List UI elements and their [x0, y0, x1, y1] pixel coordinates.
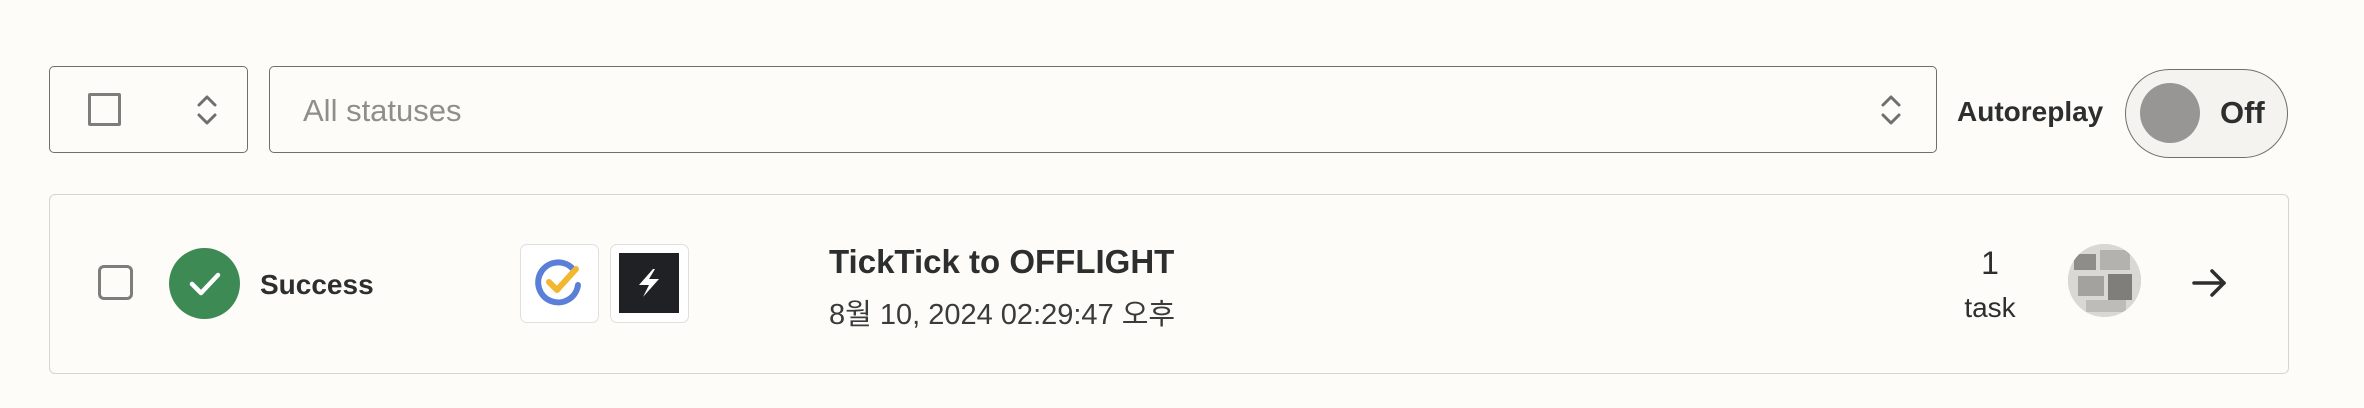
toggle-knob [2140, 83, 2200, 143]
autoreplay-toggle[interactable]: Off [2125, 69, 2288, 158]
run-timestamp: 8월 10, 2024 02:29:47 오후 [829, 299, 1176, 331]
status-filter-select[interactable]: All statuses [269, 66, 1937, 153]
select-all-checkbox[interactable] [88, 93, 121, 126]
chevron-up-down-icon [1881, 95, 1901, 125]
success-check-icon [169, 248, 240, 319]
arrow-right-icon[interactable] [2190, 263, 2230, 303]
row-checkbox[interactable] [98, 265, 133, 300]
avatar [2068, 244, 2141, 317]
zap-run-row[interactable]: Success TickTick to OFFLIGHT 8월 10, 2024… [49, 194, 2289, 374]
status-label: Success [260, 269, 374, 300]
autoreplay-label: Autoreplay [1957, 96, 2104, 127]
ticktick-icon [520, 244, 599, 323]
chevron-up-down-icon [197, 95, 217, 125]
task-count: 1 [1981, 245, 1999, 281]
toggle-state-label: Off [2220, 95, 2265, 130]
status-filter-placeholder: All statuses [303, 93, 462, 128]
bulk-select-dropdown[interactable] [49, 66, 248, 153]
task-count-label: task [1964, 292, 2016, 323]
offlight-icon [610, 244, 689, 323]
zap-title[interactable]: TickTick to OFFLIGHT [829, 243, 1174, 281]
